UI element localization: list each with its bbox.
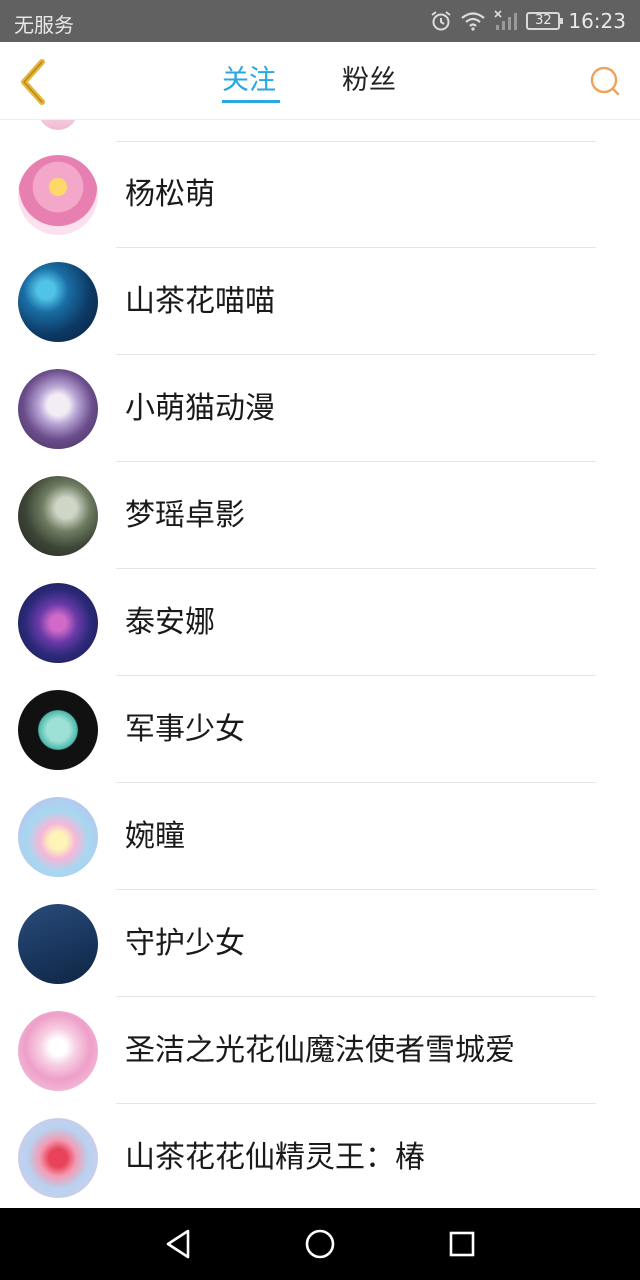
alarm-icon — [431, 11, 451, 31]
avatar — [18, 904, 98, 984]
user-name: 婉瞳 — [125, 819, 185, 854]
battery-icon: 32 — [526, 12, 564, 30]
avatar — [18, 1118, 98, 1198]
chevron-left-icon — [21, 59, 45, 105]
avatar — [18, 797, 98, 877]
tab-fans[interactable]: 粉丝 — [342, 64, 396, 104]
clock-text: 16:23 — [568, 9, 626, 33]
back-button[interactable] — [14, 58, 54, 106]
avatar — [18, 262, 98, 342]
avatar — [18, 583, 98, 663]
avatar — [18, 369, 98, 449]
follow-list: 杨松萌 山茶花喵喵 小萌猫动漫 梦瑶卓影 泰安娜 军事少女 婉瞳 守护少女 圣洁… — [0, 120, 640, 1208]
search-icon — [590, 66, 620, 96]
avatar — [18, 690, 98, 770]
home-circle-icon — [305, 1229, 335, 1259]
list-item[interactable]: 守护少女 — [0, 890, 640, 997]
avatar — [18, 155, 98, 235]
list-item[interactable]: 圣洁之光花仙魔法使者雪城爱 — [0, 997, 640, 1104]
avatar — [18, 1011, 98, 1091]
list-item[interactable]: 山茶花喵喵 — [0, 248, 640, 355]
carrier-text: 无服务 — [14, 13, 74, 37]
nav-back-button[interactable] — [160, 1226, 196, 1262]
status-icons: 32 16:23 — [430, 7, 626, 35]
list-item[interactable]: 梦瑶卓影 — [0, 462, 640, 569]
user-name: 山茶花喵喵 — [125, 284, 275, 319]
user-name: 梦瑶卓影 — [125, 498, 245, 533]
tab-follow[interactable]: 关注 — [222, 64, 276, 104]
list-item[interactable]: 军事少女 — [0, 676, 640, 783]
system-nav-bar — [0, 1208, 640, 1280]
avatar — [38, 120, 78, 130]
active-tab-indicator — [222, 100, 280, 103]
signal-icon — [494, 10, 518, 30]
user-name: 军事少女 — [125, 712, 245, 747]
user-name: 守护少女 — [125, 926, 245, 961]
user-name: 杨松萌 — [125, 177, 215, 212]
list-item[interactable]: 山茶花花仙精灵王：椿 — [0, 1104, 640, 1208]
wifi-icon — [461, 12, 486, 31]
list-item[interactable]: 泰安娜 — [0, 569, 640, 676]
user-name: 山茶花花仙精灵王：椿 — [125, 1140, 425, 1175]
user-name: 泰安娜 — [125, 605, 215, 640]
list-item-partial[interactable] — [0, 120, 640, 142]
user-name: 圣洁之光花仙魔法使者雪城爱 — [125, 1033, 515, 1068]
list-item[interactable]: 小萌猫动漫 — [0, 355, 640, 462]
recents-square-icon — [449, 1231, 475, 1257]
avatar — [18, 476, 98, 556]
nav-home-button[interactable] — [302, 1226, 338, 1262]
list-item[interactable]: 杨松萌 — [0, 141, 640, 248]
search-button[interactable] — [588, 64, 622, 98]
back-triangle-icon — [166, 1229, 190, 1259]
top-app-bar: 关注 粉丝 — [0, 42, 640, 120]
status-bar: 无服务 32 16:23 — [0, 0, 640, 42]
nav-recents-button[interactable] — [444, 1226, 480, 1262]
list-item[interactable]: 婉瞳 — [0, 783, 640, 890]
user-name: 小萌猫动漫 — [125, 391, 275, 426]
